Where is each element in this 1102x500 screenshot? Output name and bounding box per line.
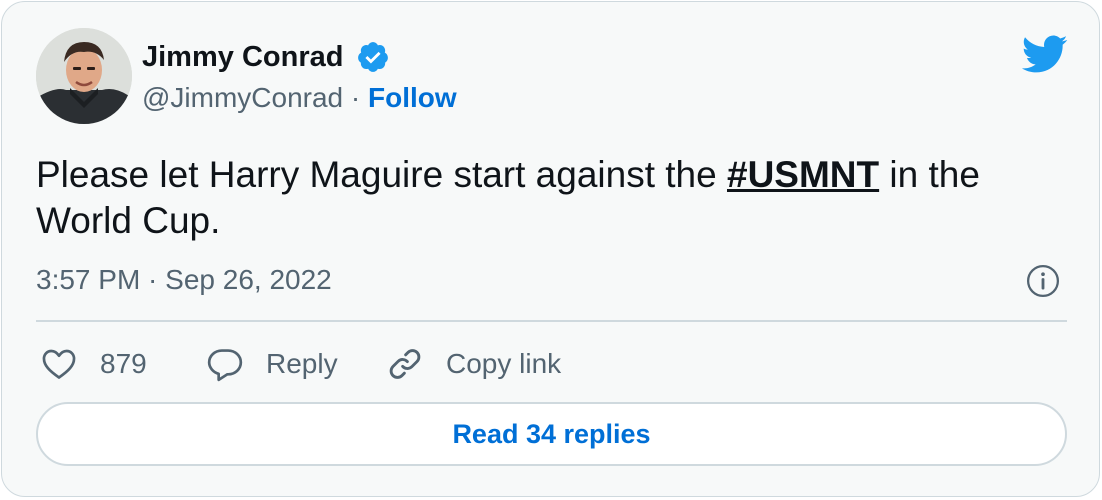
verified-badge-icon [358, 42, 388, 72]
heart-icon [42, 349, 76, 379]
read-replies-button[interactable]: Read 34 replies [36, 402, 1067, 466]
copy-link-button[interactable]: Copy link [386, 344, 561, 384]
speech-bubble-icon [207, 349, 243, 382]
tweet-text: Please let Harry Maguire start against t… [36, 152, 1066, 244]
author-name[interactable]: Jimmy Conrad [142, 40, 343, 74]
follow-link[interactable]: Follow [368, 82, 457, 113]
info-icon[interactable] [1026, 264, 1060, 298]
tweet-timestamp[interactable]: 3:57 PM · Sep 26, 2022 [36, 264, 332, 296]
reply-label: Reply [266, 348, 338, 379]
tweet-text-before: Please let Harry Maguire start against t… [36, 154, 727, 195]
avatar[interactable] [36, 28, 132, 124]
copy-link-label: Copy link [446, 348, 562, 379]
like-button[interactable]: 879 [40, 344, 147, 384]
avatar-portrait-image [36, 28, 132, 124]
handle-row: @JimmyConrad · Follow [142, 81, 457, 115]
like-count: 879 [100, 348, 147, 379]
read-replies-label: Read 34 replies [452, 418, 651, 449]
divider [36, 320, 1067, 322]
tweet-embed-card: Jimmy Conrad @JimmyConrad · Follow Pleas… [1, 1, 1100, 497]
handle-separator: · [343, 82, 369, 113]
twitter-bird-icon[interactable] [1020, 34, 1068, 74]
link-icon [389, 349, 421, 379]
reply-button[interactable]: Reply [206, 344, 338, 384]
hashtag-link[interactable]: #USMNT [727, 154, 879, 195]
author-handle[interactable]: @JimmyConrad [142, 82, 343, 113]
